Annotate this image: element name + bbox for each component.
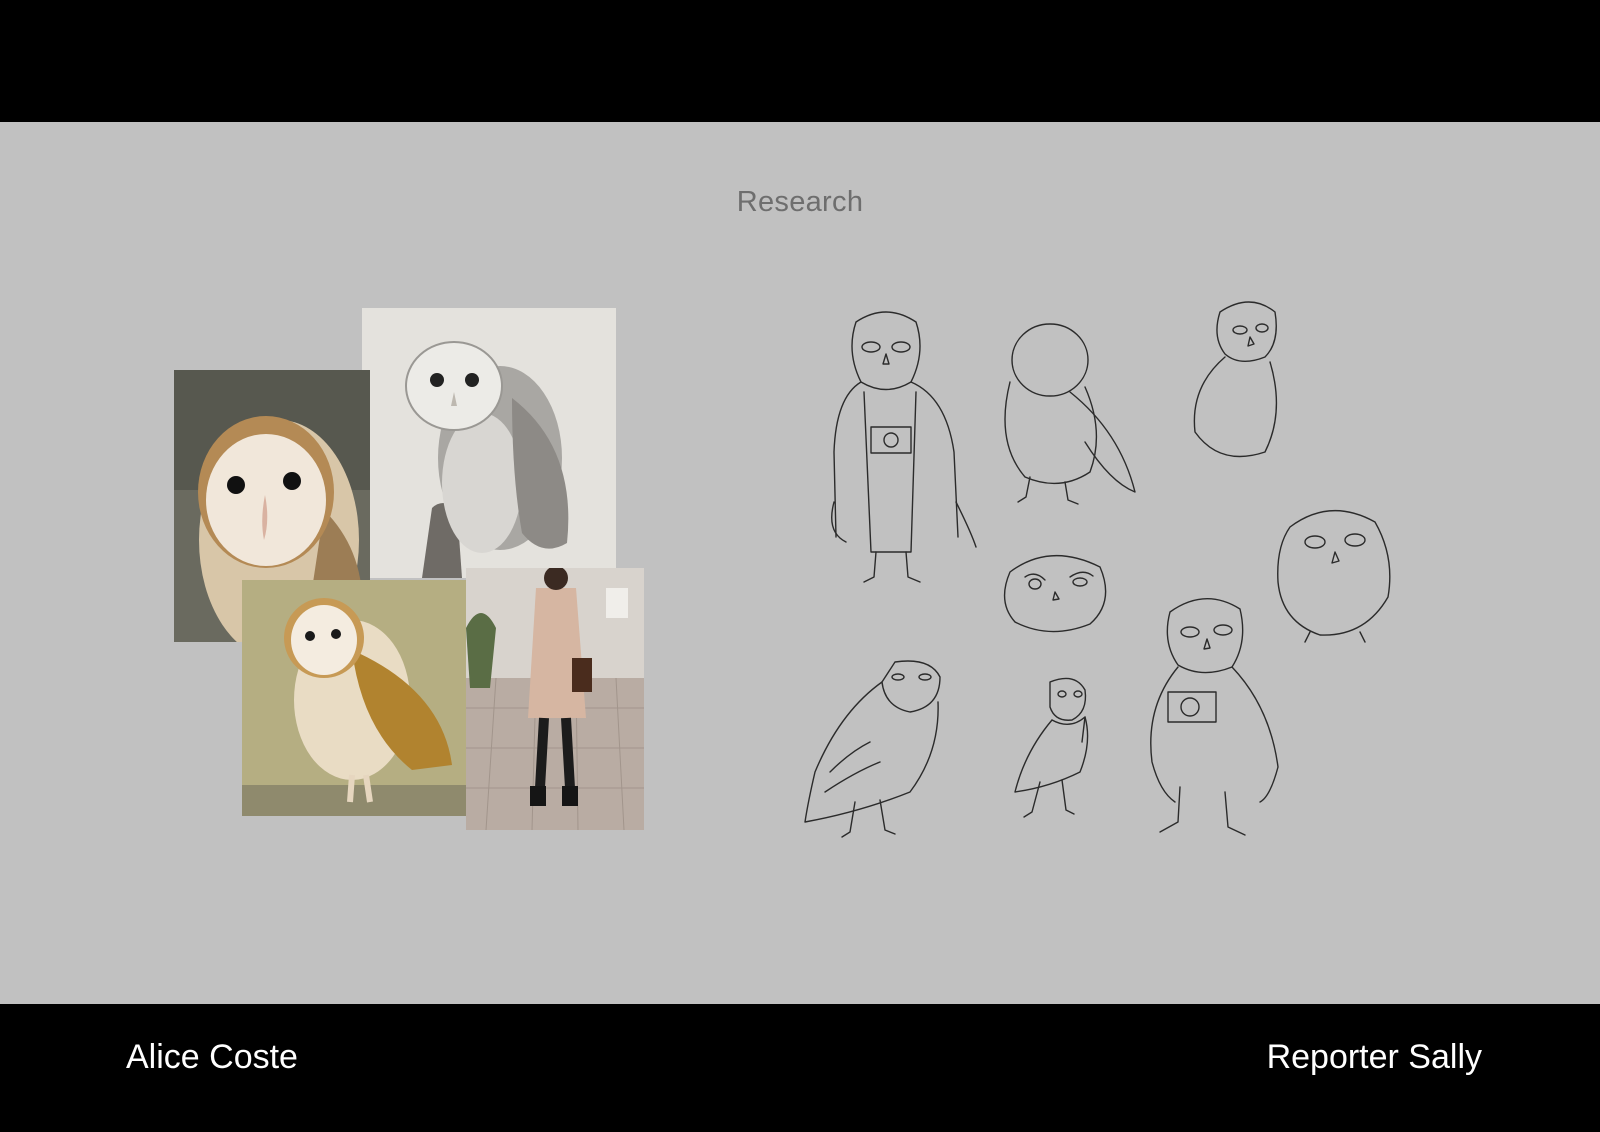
author-name: Alice Coste [126, 1038, 298, 1076]
owl-side-glance-sketch [1180, 292, 1300, 472]
photo-woman-coat [466, 568, 644, 830]
slide-panel: Research [0, 122, 1600, 1004]
owl-face-expression-sketch [995, 542, 1115, 637]
project-title: Reporter Sally [1266, 1038, 1482, 1076]
slide-title: Research [736, 186, 864, 218]
owl-body-construction-sketch [990, 322, 1140, 507]
bottom-letterbox: Alice Coste Reporter Sally [0, 1004, 1600, 1132]
photo-owl-drawing [362, 308, 616, 578]
top-letterbox [0, 0, 1600, 122]
sketch-sheet [800, 292, 1400, 1012]
owl-reporter-camera-sketch [1140, 587, 1290, 852]
small-owl-scarf-sketch [1010, 672, 1100, 832]
owl-walking-side-sketch [800, 652, 950, 842]
photo-owl-perched [242, 580, 470, 816]
owl-reporter-coat-sketch [816, 302, 977, 592]
